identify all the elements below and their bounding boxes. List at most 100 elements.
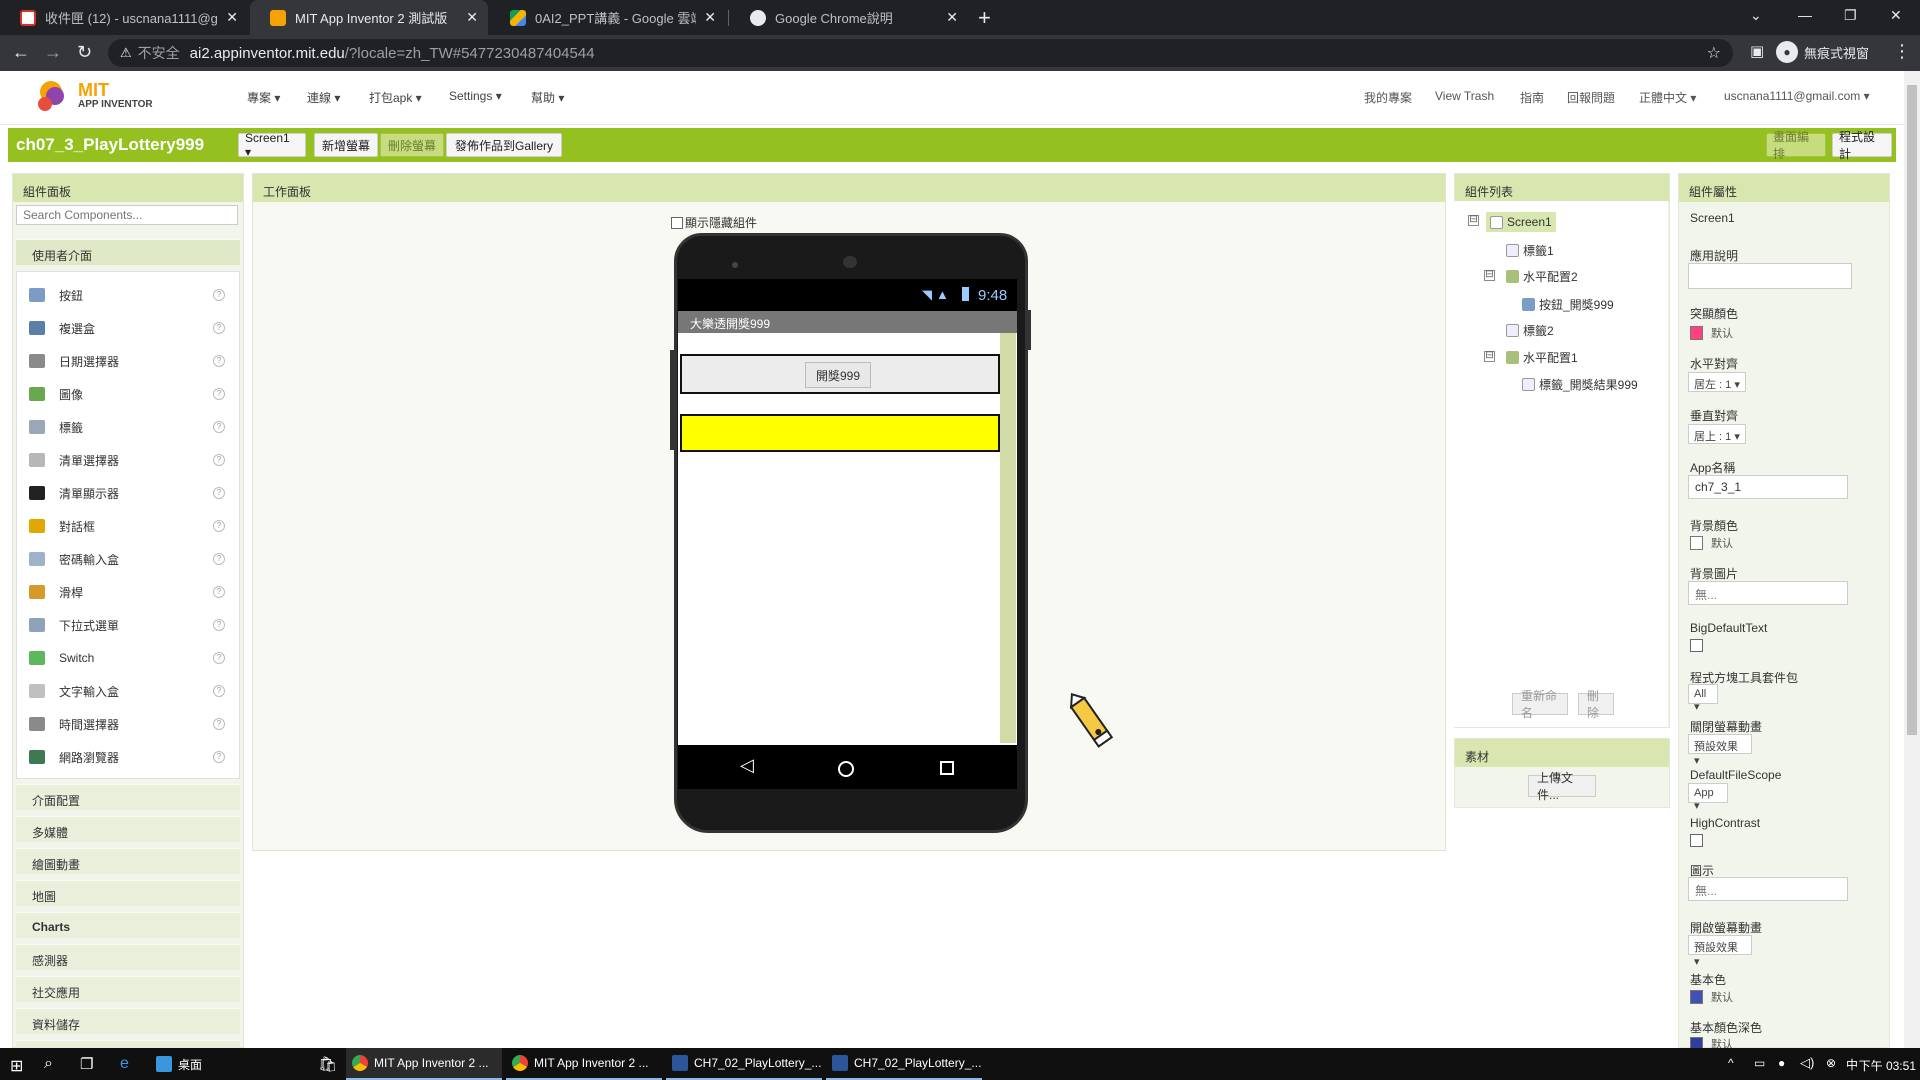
palette-item[interactable]: 時間選擇器? xyxy=(17,710,239,738)
close-window-button[interactable]: ✕ xyxy=(1890,7,1902,24)
blocks-button[interactable]: 程式設計 xyxy=(1832,130,1892,161)
tab-drive[interactable]: 0AI2_PPT講義 - Google 雲端硬 ✕ xyxy=(490,0,726,35)
back-icon[interactable]: ← xyxy=(12,43,30,61)
windows-start-icon[interactable]: ⊞ xyxy=(10,1056,23,1076)
new-tab-button[interactable]: + xyxy=(978,5,991,31)
prop-bgcolor[interactable]: 默认 xyxy=(1690,535,1733,551)
status-icon[interactable]: ⊗ xyxy=(1826,1056,1836,1070)
help-icon[interactable]: ? xyxy=(213,520,225,532)
search-components-input[interactable] xyxy=(16,205,238,225)
prop-align-h-dropdown[interactable]: 居左 : 1 ▾ xyxy=(1688,372,1746,392)
help-icon[interactable]: ? xyxy=(213,355,225,367)
link-guide[interactable]: 指南 xyxy=(1520,89,1544,106)
tree-node-screen1[interactable]: Screen1 xyxy=(1486,212,1556,232)
help-icon[interactable]: ? xyxy=(213,685,225,697)
horizontal-arrangement-1[interactable] xyxy=(680,414,1000,452)
prop-bigtext-checkbox[interactable] xyxy=(1690,639,1703,652)
palette-category[interactable]: 繪圖動畫 xyxy=(16,848,240,874)
tab-gmail[interactable]: 收件匣 (12) - uscnana1111@gm ✕ xyxy=(0,0,248,35)
taskbar-word-1[interactable]: CH7_02_PlayLottery_... xyxy=(666,1048,822,1080)
designer-button[interactable]: 畫面編排 xyxy=(1766,130,1826,161)
tree-node-result-label[interactable]: 標籤_開獎結果999 xyxy=(1522,376,1638,393)
close-icon[interactable]: ✕ xyxy=(466,9,478,26)
palette-item[interactable]: 複選盒? xyxy=(17,314,239,342)
help-icon[interactable]: ? xyxy=(213,553,225,565)
palette-category[interactable]: 多媒體 xyxy=(16,816,240,842)
toggle-screen1[interactable]: ⊟ xyxy=(1468,215,1479,226)
edge-icon[interactable]: e xyxy=(120,1055,129,1073)
close-icon[interactable]: ✕ xyxy=(226,9,238,26)
tree-node-horizontal1[interactable]: 水平配置1 xyxy=(1506,349,1578,366)
palette-item[interactable]: 標籤? xyxy=(17,413,239,441)
sidepanel-icon[interactable]: ▣ xyxy=(1750,43,1764,61)
incognito-indicator[interactable]: ● 無痕式視窗 xyxy=(1776,41,1869,63)
search-icon[interactable]: ⌕ xyxy=(44,1055,53,1073)
delete-button[interactable]: 刪除 xyxy=(1578,689,1614,720)
palette-item[interactable]: 對話框? xyxy=(17,512,239,540)
palette-category[interactable]: Charts xyxy=(16,912,240,938)
taskbar-chrome-1[interactable]: MIT App Inventor 2 ... xyxy=(346,1048,502,1080)
palette-item[interactable]: 網路瀏覽器? xyxy=(17,743,239,771)
prop-primary-color[interactable]: 默认 xyxy=(1690,989,1733,1005)
help-icon[interactable]: ? xyxy=(213,322,225,334)
forward-icon[interactable]: → xyxy=(44,43,62,61)
page-scrollbar[interactable] xyxy=(1904,71,1920,1048)
tree-node-label2[interactable]: 標籤2 xyxy=(1506,322,1554,339)
minimize-button[interactable]: — xyxy=(1798,7,1812,23)
link-view-trash[interactable]: View Trash xyxy=(1435,89,1494,103)
palette-item[interactable]: 按鈕? xyxy=(17,281,239,309)
prop-scope-dropdown[interactable]: App ▾ xyxy=(1688,783,1728,812)
mic-icon[interactable]: ● xyxy=(1778,1056,1785,1070)
help-icon[interactable]: ? xyxy=(213,586,225,598)
palette-category[interactable]: 介面配置 xyxy=(16,784,240,810)
prop-about-input[interactable] xyxy=(1688,263,1852,289)
prop-appname-input[interactable] xyxy=(1688,475,1848,499)
menu-project[interactable]: 專案 ▾ xyxy=(247,89,280,106)
prop-accent-color[interactable]: 默认 xyxy=(1690,325,1733,341)
network-icon[interactable]: ▭ xyxy=(1754,1056,1765,1070)
reload-icon[interactable]: ↻ xyxy=(77,43,92,61)
prop-close-anim-dropdown[interactable]: 預設效果 ▾ xyxy=(1688,734,1752,767)
publish-gallery-button[interactable]: 發佈作品到Gallery xyxy=(446,133,562,157)
volume-icon[interactable]: ◁) xyxy=(1800,1055,1814,1071)
help-icon[interactable]: ? xyxy=(213,289,225,301)
star-icon[interactable]: ☆ xyxy=(1707,43,1721,63)
close-icon[interactable]: ✕ xyxy=(946,9,958,26)
remove-screen-button[interactable]: 刪除螢幕 xyxy=(380,133,444,157)
palette-category[interactable]: 地圖 xyxy=(16,880,240,906)
prop-bgimage-input[interactable]: 無... xyxy=(1688,581,1848,605)
toggle-horizontal1[interactable]: ⊟ xyxy=(1484,351,1495,362)
prop-align-v-dropdown[interactable]: 居上 : 1 ▾ xyxy=(1688,424,1746,444)
palette-item[interactable]: 下拉式選單? xyxy=(17,611,239,639)
menu-help[interactable]: 幫助 ▾ xyxy=(531,89,564,106)
tab-chrome-help[interactable]: Google Chrome說明 ✕ xyxy=(730,0,968,35)
restore-button[interactable]: ❐ xyxy=(1844,7,1857,24)
store-icon[interactable]: 🛍 xyxy=(318,1055,337,1073)
help-icon[interactable]: ? xyxy=(213,652,225,664)
account-menu[interactable]: uscnana1111@gmail.com ▾ xyxy=(1724,89,1870,103)
link-report-issue[interactable]: 回報問題 xyxy=(1567,89,1615,106)
palette-item[interactable]: 清單顯示器? xyxy=(17,479,239,507)
palette-item[interactable]: 文字輸入盒? xyxy=(17,677,239,705)
help-icon[interactable]: ? xyxy=(213,421,225,433)
link-my-projects[interactable]: 我的專案 xyxy=(1364,89,1412,106)
close-icon[interactable]: ✕ xyxy=(704,9,716,26)
palette-item[interactable]: 清單選擇器? xyxy=(17,446,239,474)
prop-icon-input[interactable]: 無... xyxy=(1688,877,1848,901)
tree-node-horizontal2[interactable]: 水平配置2 xyxy=(1506,268,1578,285)
upload-file-button[interactable]: 上傳文件... xyxy=(1528,771,1596,802)
add-screen-button[interactable]: 新增螢幕 xyxy=(314,133,378,157)
language-menu[interactable]: 正體中文 ▾ xyxy=(1639,89,1696,106)
menu-connect[interactable]: 連線 ▾ xyxy=(307,89,340,106)
palette-item[interactable]: 日期選擇器? xyxy=(17,347,239,375)
palette-item[interactable]: 密碼輸入盒? xyxy=(17,545,239,573)
taskbar-word-2[interactable]: CH7_02_PlayLottery_... xyxy=(826,1048,982,1080)
taskview-icon[interactable]: ❐ xyxy=(80,1055,93,1073)
palette-item[interactable]: Switch? xyxy=(17,644,239,672)
palette-category[interactable]: 資料儲存 xyxy=(16,1008,240,1034)
category-user-interface[interactable]: 使用者介面 xyxy=(16,239,240,265)
palette-item[interactable]: 圖像? xyxy=(17,380,239,408)
menu-settings[interactable]: Settings ▾ xyxy=(449,89,502,103)
draw-button[interactable]: 開獎999 xyxy=(805,362,871,388)
address-bar[interactable]: ⚠ 不安全 ai2.appinventor.mit.edu /?locale=z… xyxy=(108,39,1733,67)
